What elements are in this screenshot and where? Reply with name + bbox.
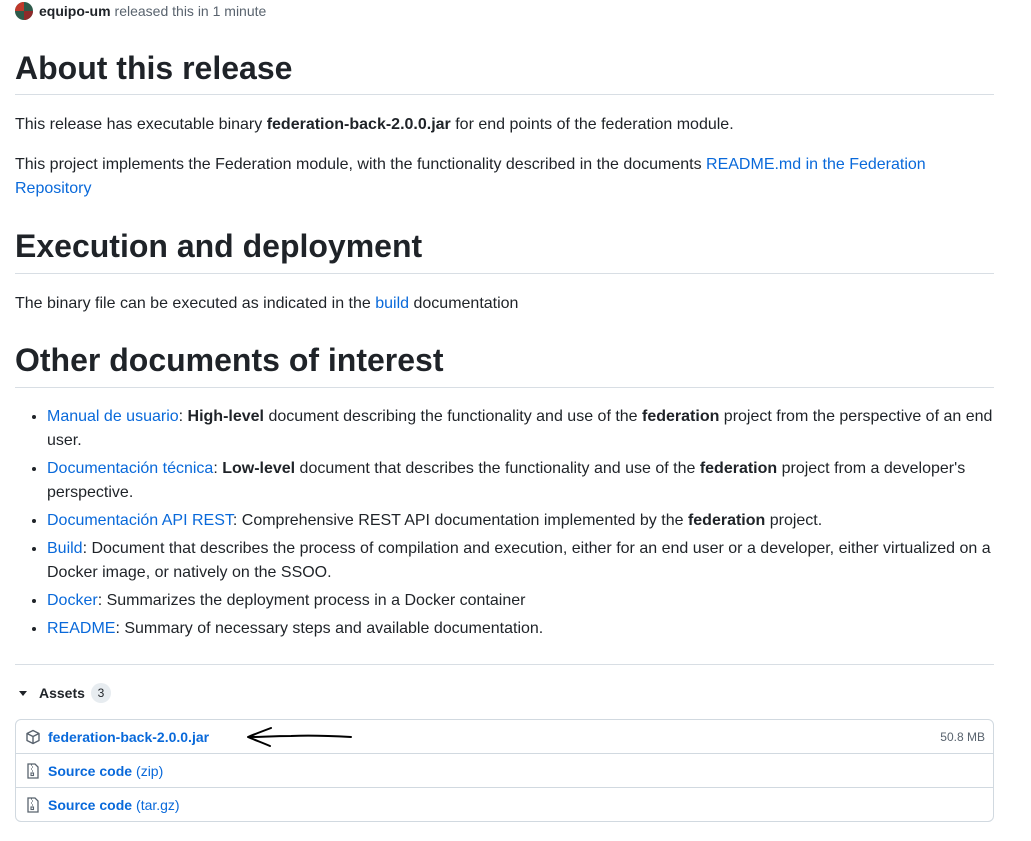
text: : [115, 620, 125, 637]
text: project. [765, 512, 823, 529]
text: High-level [187, 408, 264, 425]
list-item: Documentación API REST: Comprehensive RE… [47, 509, 994, 533]
list-item: Documentación técnica: Low-level documen… [47, 457, 994, 505]
package-icon [24, 728, 42, 746]
list-item: Build: Document that describes the proce… [47, 537, 994, 585]
readme-link[interactable]: README [47, 620, 115, 637]
heading-execution: Execution and deployment [15, 228, 423, 264]
asset-name: Source code [48, 762, 133, 779]
text: federation [642, 408, 720, 425]
asset-row: federation-back-2.0.0.jar 50.8 MB [16, 720, 993, 753]
assets-count-badge: 3 [90, 683, 111, 703]
text: document describing the functionality an… [264, 408, 643, 425]
text: documentation [409, 295, 519, 312]
list-item: Manual de usuario: High-level document d… [47, 405, 994, 453]
text: Low-level [222, 460, 296, 477]
author-link[interactable]: equipo-um [39, 3, 111, 19]
text: : [213, 460, 223, 477]
text: : [232, 512, 242, 529]
build-link[interactable]: build [375, 295, 409, 312]
manual-usuario-link[interactable]: Manual de usuario [47, 408, 179, 425]
source-code-targz-link[interactable]: Source code (tar.gz) [48, 797, 180, 813]
jar-name-bold: federation-back-2.0.0.jar [266, 116, 451, 133]
text: document that describes the functionalit… [295, 460, 700, 477]
text: for end points of the federation module. [450, 116, 734, 133]
source-code-zip-link[interactable]: Source code (zip) [48, 763, 163, 779]
heading-other-docs: Other documents of interest [15, 342, 444, 378]
assets-toggle[interactable]: Assets 3 [15, 683, 111, 703]
asset-size: 50.8 MB [940, 729, 985, 744]
org-avatar-icon[interactable] [15, 2, 33, 20]
heading-divider [15, 273, 994, 274]
text: : [178, 408, 188, 425]
text: federation [687, 512, 766, 529]
asset-row: Source code (zip) [16, 753, 993, 787]
about-paragraph-1: This release has executable binary feder… [15, 113, 994, 137]
released-text: released this in 1 minute [114, 3, 267, 19]
documents-list: Manual de usuario: High-level document d… [15, 405, 994, 645]
heading-divider [15, 387, 994, 388]
asset-download-link[interactable]: federation-back-2.0.0.jar [48, 729, 209, 745]
asset-format: (tar.gz) [136, 796, 180, 813]
text: Comprehensive REST API documentation imp… [241, 512, 688, 529]
documentacion-tecnica-link[interactable]: Documentación técnica [47, 460, 213, 477]
execution-paragraph: The binary file can be executed as indic… [15, 292, 994, 316]
release-author-line: equipo-um released this in 1 minute [15, 1, 266, 21]
asset-name: Source code [48, 796, 133, 813]
assets-label: Assets [39, 685, 85, 701]
text: : [97, 592, 107, 609]
text: Summary of necessary steps and available… [124, 620, 544, 637]
file-zip-icon [24, 796, 42, 814]
list-item: Docker: Summarizes the deployment proces… [47, 589, 994, 613]
asset-row: Source code (tar.gz) [16, 787, 993, 821]
docker-link[interactable]: Docker [47, 592, 98, 609]
about-paragraph-2: This project implements the Federation m… [15, 153, 994, 201]
text: This project implements the Federation m… [15, 156, 707, 173]
heading-divider [15, 94, 994, 95]
text: This release has executable binary [15, 116, 267, 133]
heading-about: About this release [15, 50, 293, 86]
text: The binary file can be executed as indic… [15, 295, 376, 312]
asset-format: (zip) [136, 762, 164, 779]
text: federation [699, 460, 778, 477]
file-zip-icon [24, 762, 42, 780]
text: Document that describes the process of c… [47, 540, 991, 581]
list-item: README: Summary of necessary steps and a… [47, 617, 994, 641]
triangle-down-icon [19, 690, 27, 696]
assets-list: federation-back-2.0.0.jar 50.8 MB Source… [15, 719, 994, 822]
documentacion-api-rest-link[interactable]: Documentación API REST [47, 512, 233, 529]
assets-divider [15, 664, 994, 665]
text: Summarizes the deployment process in a D… [106, 592, 526, 609]
build-doc-link[interactable]: Build [47, 540, 83, 557]
hand-drawn-arrow-icon [247, 727, 352, 747]
